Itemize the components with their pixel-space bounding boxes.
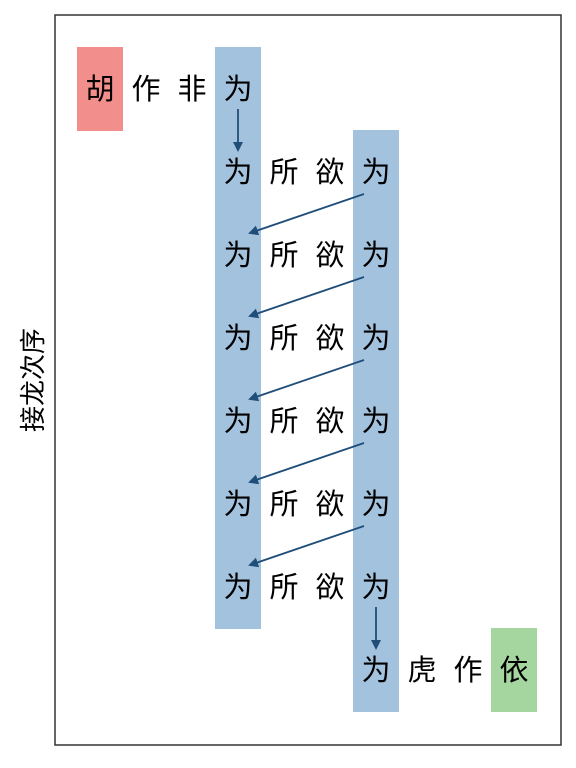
idiom-char: 欲 [315, 487, 344, 521]
idiom-char: 为 [223, 238, 252, 272]
idiom-char: 欲 [315, 321, 344, 355]
arrow-diagonal [248, 525, 365, 568]
idiom-char: 所 [269, 404, 298, 438]
idiom-char: 为 [361, 155, 390, 189]
arrow-diagonal [248, 359, 365, 402]
idiom-char: 为 [223, 155, 252, 189]
arrow-diagonal [248, 442, 365, 485]
idiom-char: 胡 [85, 72, 114, 106]
side-label: 接龙次序 [19, 328, 49, 432]
idiom-char: 所 [269, 238, 298, 272]
idiom-char: 所 [269, 321, 298, 355]
idiom-char: 为 [223, 321, 252, 355]
idiom-char: 所 [269, 155, 298, 189]
idiom-char: 为 [361, 653, 390, 687]
arrow-diagonal [248, 193, 365, 236]
idiom-chain-diagram: 胡作非为为所欲为为所欲为为所欲为为所欲为为所欲为为所欲为为虎作依 接龙次序 [19, 14, 562, 746]
idiom-char: 虎 [407, 653, 436, 687]
idiom-char: 为 [223, 570, 252, 604]
idiom-char: 欲 [315, 404, 344, 438]
idiom-char: 为 [223, 72, 252, 106]
idiom-char: 所 [269, 487, 298, 521]
arrow-diagonal [248, 276, 365, 319]
idiom-char: 为 [361, 238, 390, 272]
idiom-char: 为 [361, 570, 390, 604]
idiom-char: 欲 [315, 155, 344, 189]
idiom-char: 作 [131, 72, 160, 106]
idiom-char: 为 [223, 404, 252, 438]
idiom-char: 非 [177, 72, 206, 106]
idiom-char: 所 [269, 570, 298, 604]
idiom-char: 欲 [315, 238, 344, 272]
idiom-char: 依 [499, 653, 528, 687]
idiom-char: 为 [223, 487, 252, 521]
idiom-char: 作 [453, 653, 482, 687]
idiom-char: 为 [361, 404, 390, 438]
idiom-char: 为 [361, 487, 390, 521]
idiom-char: 为 [361, 321, 390, 355]
idiom-char: 欲 [315, 570, 344, 604]
